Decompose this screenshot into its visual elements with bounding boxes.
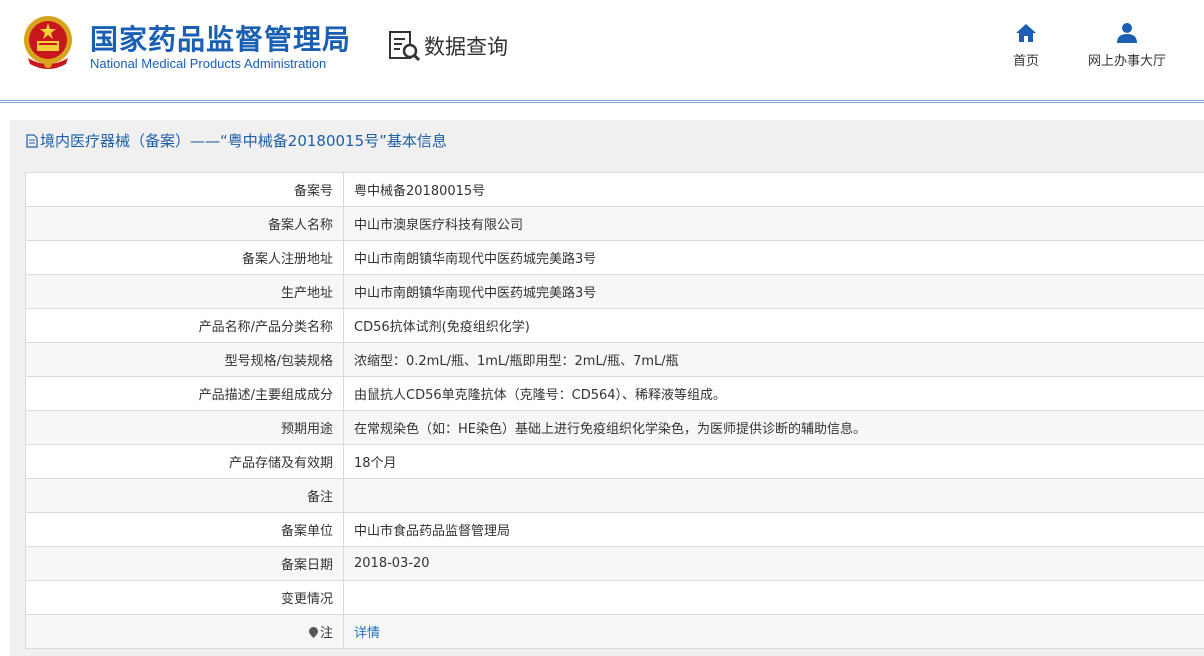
table-row: 产品名称/产品分类名称 CD56抗体试剂(免疫组织化学) xyxy=(25,308,1204,343)
row-value: 由鼠抗人CD56单克隆抗体（克隆号：CD564）、稀释液等组成。 xyxy=(343,376,1204,411)
document-icon xyxy=(26,133,38,148)
home-icon xyxy=(1016,24,1036,42)
site-header: 国家药品监督管理局 National Medical Products Admi… xyxy=(0,0,1204,103)
row-label: 生产地址 xyxy=(25,274,344,309)
row-label: 变更情况 xyxy=(25,580,344,615)
table-row: 备案日期 2018-03-20 xyxy=(25,546,1204,581)
panel-title: 境内医疗器械（备案）——“粤中械备20180015号”基本信息 xyxy=(26,130,447,151)
pin-icon xyxy=(308,627,318,638)
nav-home-link[interactable]: 首页 xyxy=(1006,22,1046,69)
table-row: 生产地址 中山市南朗镇华南现代中医药城完美路3号 xyxy=(25,274,1204,309)
table-row: 变更情况 xyxy=(25,580,1204,615)
site-subtitle: National Medical Products Administration xyxy=(90,56,327,71)
nav-online-hall-label: 网上办事大厅 xyxy=(1087,54,1166,69)
row-value xyxy=(343,580,1204,615)
row-label-note: 注 xyxy=(25,614,344,649)
header-divider xyxy=(0,100,1204,103)
nav-home-label: 首页 xyxy=(1012,54,1039,69)
table-row: 注 详情 xyxy=(25,614,1204,649)
row-label: 备案日期 xyxy=(25,546,344,581)
row-label: 产品存储及有效期 xyxy=(25,444,344,479)
row-value: 2018-03-20 xyxy=(343,546,1204,581)
row-label: 备案人注册地址 xyxy=(25,240,344,275)
table-row: 备注 xyxy=(25,478,1204,513)
row-value: 在常规染色（如：HE染色）基础上进行免疫组织化学染色，为医师提供诊断的辅助信息。 xyxy=(343,410,1204,445)
row-value: CD56抗体试剂(免疫组织化学) xyxy=(343,308,1204,343)
row-value: 中山市食品药品监督管理局 xyxy=(343,512,1204,547)
panel-title-text: 境内医疗器械（备案）——“粤中械备20180015号”基本信息 xyxy=(40,132,447,150)
site-title: 国家药品监督管理局 xyxy=(90,23,352,56)
row-value: 详情 xyxy=(343,614,1204,649)
document-search-icon xyxy=(389,31,421,62)
table-row: 型号规格/包装规格 浓缩型：0.2mL/瓶、1mL/瓶即用型：2mL/瓶、7mL/… xyxy=(25,342,1204,377)
details-link[interactable]: 详情 xyxy=(354,626,380,641)
row-value: 中山市南朗镇华南现代中医药城完美路3号 xyxy=(343,240,1204,275)
table-row: 备案人名称 中山市澳泉医疗科技有限公司 xyxy=(25,206,1204,241)
row-value xyxy=(343,478,1204,513)
table-row: 预期用途 在常规染色（如：HE染色）基础上进行免疫组织化学染色，为医师提供诊断的辅… xyxy=(25,410,1204,445)
data-query-heading: 数据查询 xyxy=(388,30,508,62)
table-row: 备案单位 中山市食品药品监督管理局 xyxy=(25,512,1204,547)
row-label: 备注 xyxy=(25,478,344,513)
data-query-label: 数据查询 xyxy=(424,35,508,59)
row-value: 中山市南朗镇华南现代中医药城完美路3号 xyxy=(343,274,1204,309)
row-value: 中山市澳泉医疗科技有限公司 xyxy=(343,206,1204,241)
row-value: 粤中械备20180015号 xyxy=(343,172,1204,207)
table-row: 备案人注册地址 中山市南朗镇华南现代中医药城完美路3号 xyxy=(25,240,1204,275)
row-label: 备案号 xyxy=(25,172,344,207)
user-icon xyxy=(1117,23,1137,43)
row-value: 18个月 xyxy=(343,444,1204,479)
national-emblem-icon xyxy=(24,16,72,69)
info-table: 备案号 粤中械备20180015号 备案人名称 中山市澳泉医疗科技有限公司 备案人注… xyxy=(25,172,1204,649)
row-label: 产品描述/主要组成成分 xyxy=(25,376,344,411)
row-label: 预期用途 xyxy=(25,410,344,445)
row-value: 浓缩型：0.2mL/瓶、1mL/瓶即用型：2mL/瓶、7mL/瓶 xyxy=(343,342,1204,377)
table-row: 备案号 粤中械备20180015号 xyxy=(25,172,1204,207)
row-label: 备案人名称 xyxy=(25,206,344,241)
detail-panel: 境内医疗器械（备案）——“粤中械备20180015号”基本信息 备案号 粤中械备2… xyxy=(10,120,1204,656)
note-label: 注 xyxy=(319,626,333,641)
table-row: 产品存储及有效期 18个月 xyxy=(25,444,1204,479)
row-label: 备案单位 xyxy=(25,512,344,547)
nav-online-hall-link[interactable]: 网上办事大厅 xyxy=(1080,22,1174,69)
table-row: 产品描述/主要组成成分 由鼠抗人CD56单克隆抗体（克隆号：CD564）、稀释液等… xyxy=(25,376,1204,411)
row-label: 型号规格/包装规格 xyxy=(25,342,344,377)
row-label: 产品名称/产品分类名称 xyxy=(25,308,344,343)
